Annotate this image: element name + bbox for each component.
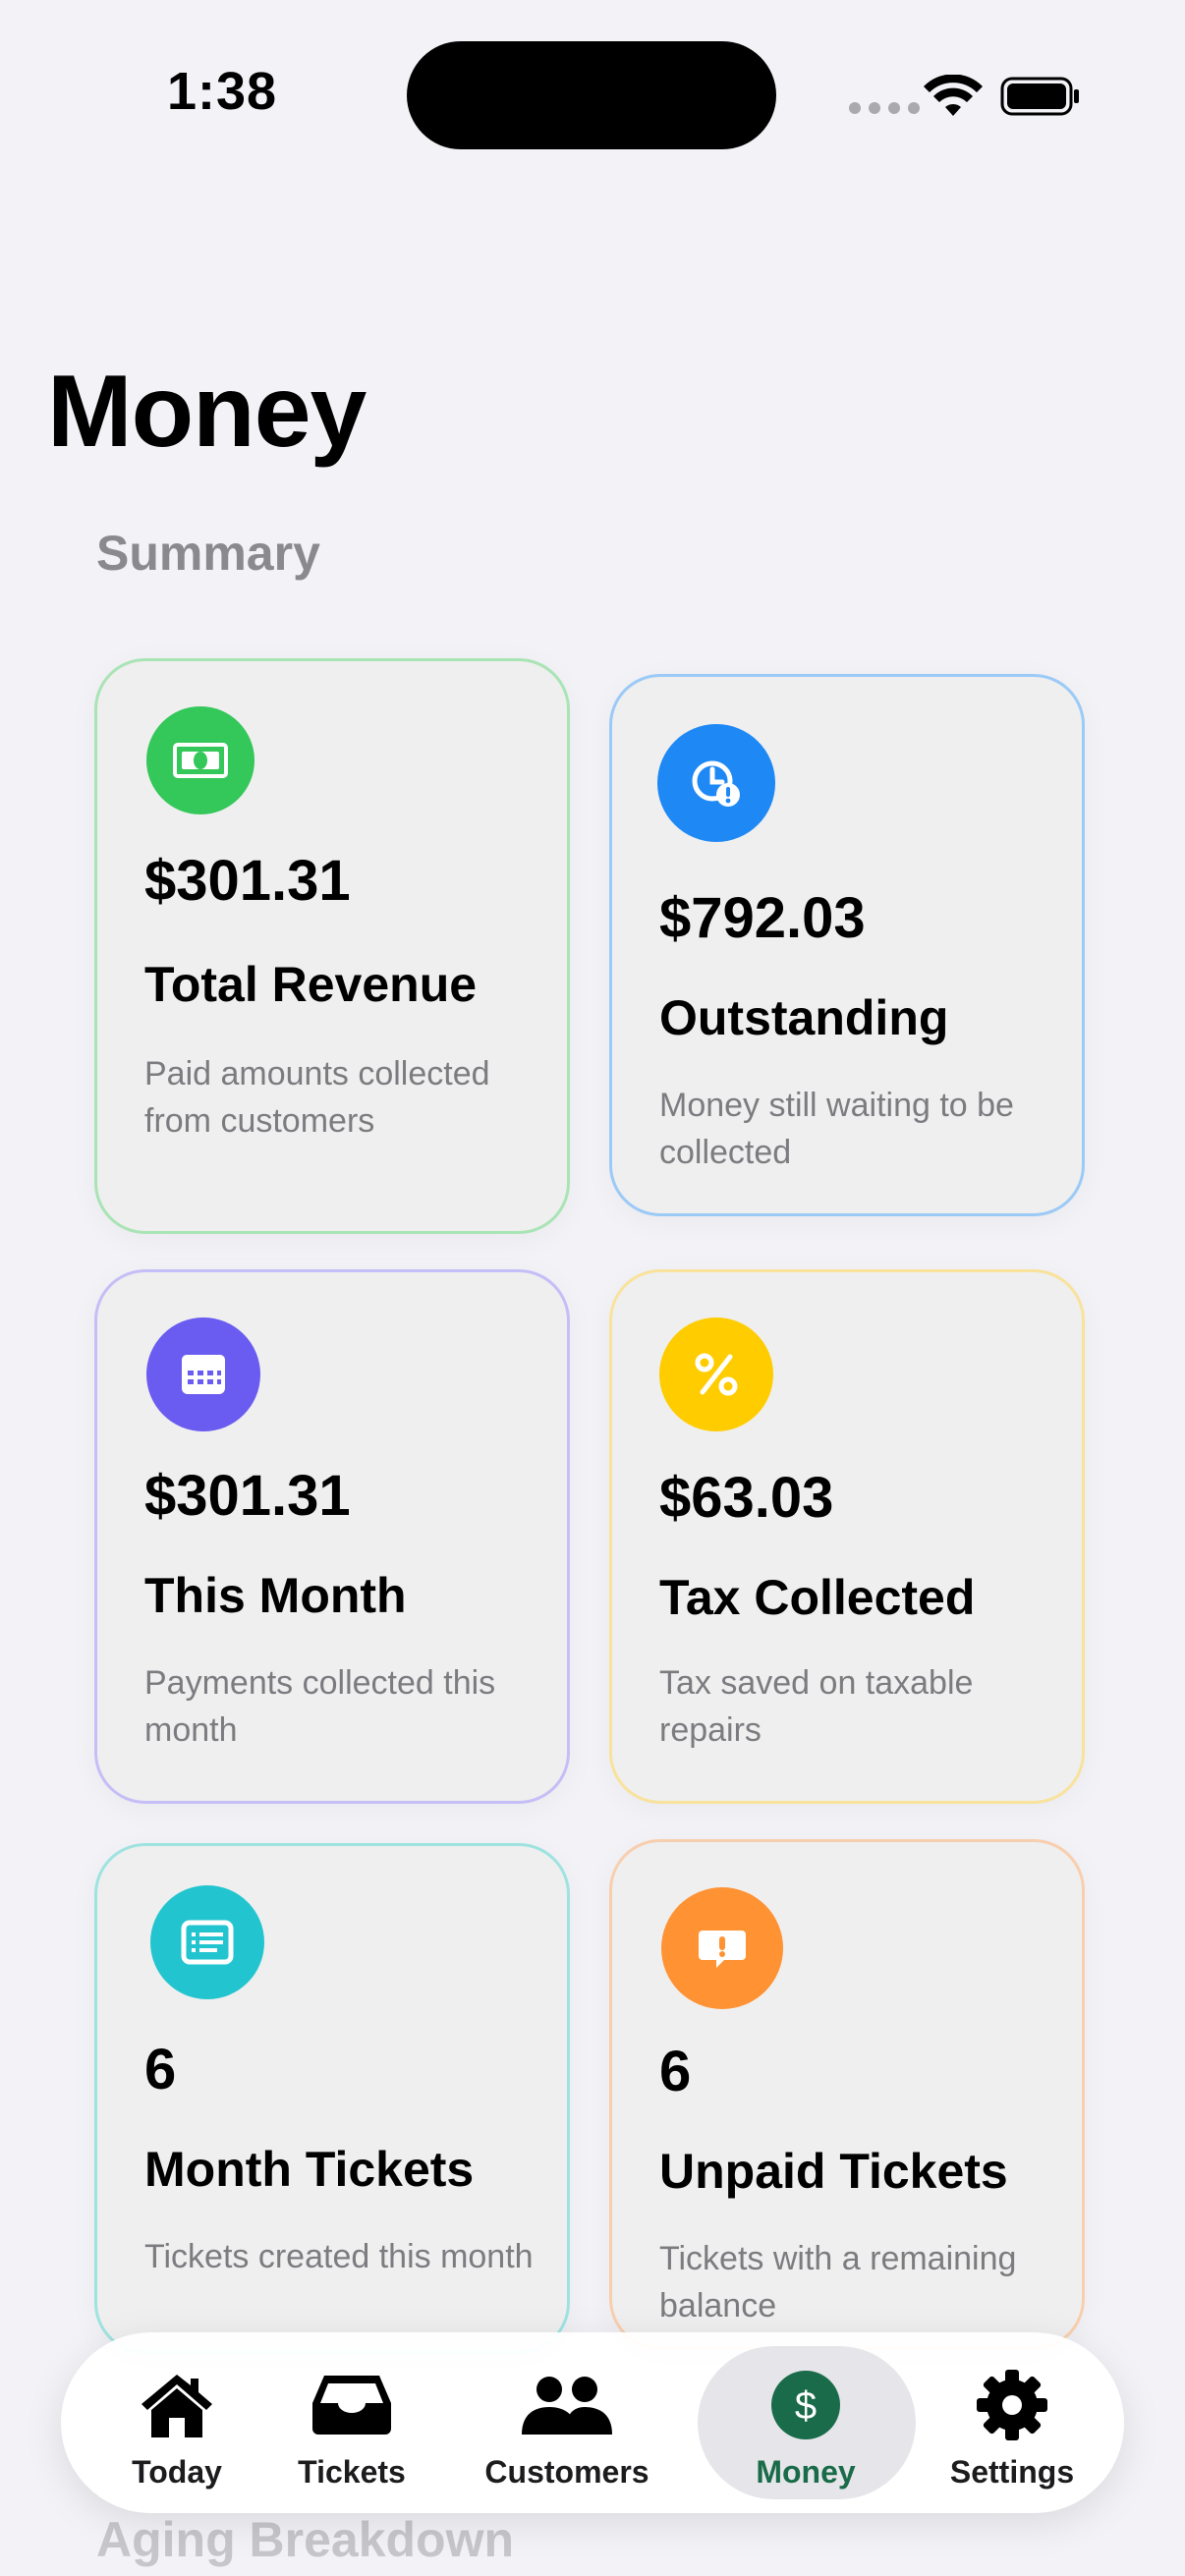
- gear-icon: [976, 2366, 1048, 2444]
- exclamation-bubble-icon: [661, 1887, 783, 2009]
- people-icon: [520, 2366, 614, 2444]
- svg-text:$: $: [795, 2384, 817, 2428]
- card-description: Tickets created this month: [144, 2238, 534, 2275]
- summary-card-month-tickets[interactable]: 6 Month Tickets Tickets created this mon…: [94, 1843, 570, 2354]
- wifi-icon: [924, 75, 983, 116]
- tab-today[interactable]: Today: [59, 2332, 295, 2513]
- cellular-signal-icon: [849, 102, 920, 114]
- card-value: 6: [144, 2038, 177, 2101]
- battery-icon: [1000, 77, 1079, 116]
- clock-alert-icon: [657, 724, 775, 842]
- summary-card-this-month[interactable]: $301.31 This Month Payments collected th…: [94, 1269, 570, 1804]
- tab-bar: Today Tickets Customers $ Money Settings: [61, 2332, 1124, 2513]
- tray-icon: [310, 2366, 393, 2444]
- card-value: $301.31: [144, 1464, 351, 1528]
- status-time: 1:38: [167, 62, 278, 121]
- card-description: Paid amounts collected from customers: [144, 1055, 490, 1140]
- card-label: Total Revenue: [144, 957, 478, 1012]
- tab-label: Settings: [949, 2454, 1075, 2490]
- card-label: This Month: [144, 1568, 407, 1623]
- banknote-icon: [146, 706, 254, 814]
- page-title: Money: [47, 355, 367, 469]
- card-label: Tax Collected: [659, 1570, 976, 1625]
- tab-tickets[interactable]: Tickets: [263, 2332, 440, 2513]
- tab-money[interactable]: $ Money: [727, 2332, 884, 2513]
- house-icon: [138, 2366, 216, 2444]
- card-value: 6: [659, 2040, 692, 2103]
- tab-label: Customers: [484, 2454, 649, 2490]
- tab-label: Tickets: [298, 2454, 406, 2490]
- percent-icon: [659, 1317, 773, 1431]
- summary-card-tax-collected[interactable]: $63.03 Tax Collected Tax saved on taxabl…: [609, 1269, 1085, 1804]
- tab-settings[interactable]: Settings: [933, 2332, 1091, 2513]
- card-value: $792.03: [659, 886, 866, 950]
- tab-label: Money: [756, 2454, 856, 2490]
- card-label: Outstanding: [659, 990, 949, 1045]
- summary-card-outstanding[interactable]: $792.03 Outstanding Money still waiting …: [609, 674, 1085, 1216]
- card-label: Unpaid Tickets: [659, 2144, 1008, 2199]
- card-description: Money still waiting to be collected: [659, 1087, 1014, 1171]
- section-header-aging-breakdown: Aging Breakdown: [96, 2512, 515, 2567]
- tab-customers[interactable]: Customers: [484, 2332, 649, 2513]
- card-label: Month Tickets: [144, 2142, 475, 2197]
- card-description: Payments collected this month: [144, 1664, 496, 1749]
- summary-card-total-revenue[interactable]: $301.31 Total Revenue Paid amounts colle…: [94, 658, 570, 1234]
- card-description: Tax saved on taxable repairs: [659, 1664, 974, 1749]
- summary-card-unpaid-tickets[interactable]: 6 Unpaid Tickets Tickets with a remainin…: [609, 1839, 1085, 2350]
- section-header-summary: Summary: [96, 526, 320, 581]
- card-value: $301.31: [144, 849, 351, 913]
- tab-label: Today: [132, 2454, 222, 2490]
- dollar-circle-icon: $: [770, 2366, 841, 2444]
- card-description: Tickets with a remaining balance: [659, 2240, 1017, 2324]
- list-card-icon: [150, 1885, 264, 1999]
- dynamic-island: [407, 41, 776, 149]
- calendar-icon: [146, 1317, 260, 1431]
- card-value: $63.03: [659, 1466, 834, 1530]
